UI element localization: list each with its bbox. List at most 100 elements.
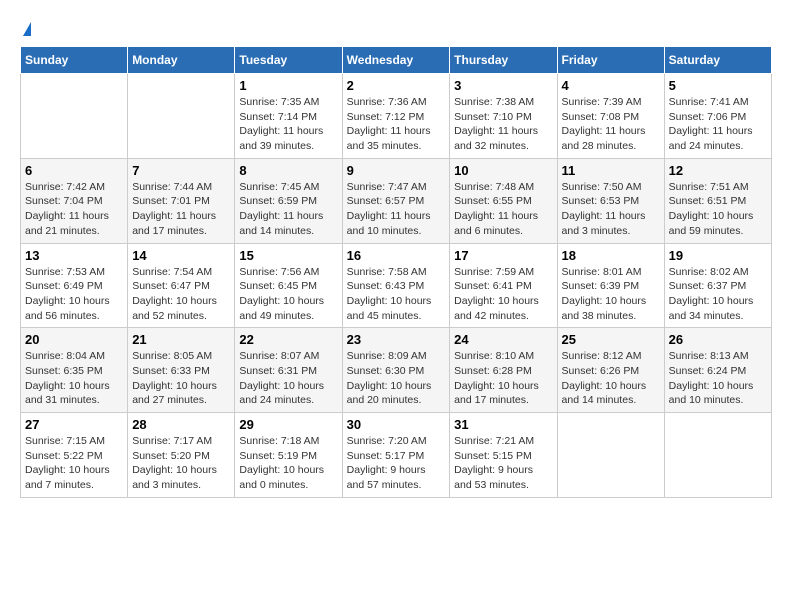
day-number: 1 [239,78,337,93]
day-number: 26 [669,332,767,347]
day-info: Sunrise: 7:54 AMSunset: 6:47 PMDaylight:… [132,265,230,324]
day-info: Sunrise: 8:07 AMSunset: 6:31 PMDaylight:… [239,349,337,408]
weekday-header-monday: Monday [128,47,235,74]
day-cell: 16Sunrise: 7:58 AMSunset: 6:43 PMDayligh… [342,243,450,328]
day-info: Sunrise: 7:15 AMSunset: 5:22 PMDaylight:… [25,434,123,493]
day-info: Sunrise: 7:53 AMSunset: 6:49 PMDaylight:… [25,265,123,324]
day-number: 5 [669,78,767,93]
logo-triangle-icon [23,22,31,36]
day-info: Sunrise: 8:09 AMSunset: 6:30 PMDaylight:… [347,349,446,408]
day-number: 11 [562,163,660,178]
day-cell: 2 Sunrise: 7:36 AMSunset: 7:12 PMDaylight… [342,74,450,159]
day-cell: 11 Sunrise: 7:50 AMSunset: 6:53 PMDayligh… [557,158,664,243]
day-info: Sunrise: 7:41 AMSunset: 7:06 PMDaylight:… [669,95,767,154]
day-number: 13 [25,248,123,263]
weekday-header-wednesday: Wednesday [342,47,450,74]
day-number: 24 [454,332,552,347]
day-cell [128,74,235,159]
header [20,20,772,36]
day-cell: 29Sunrise: 7:18 AMSunset: 5:19 PMDayligh… [235,413,342,498]
day-info: Sunrise: 7:17 AMSunset: 5:20 PMDaylight:… [132,434,230,493]
day-info: Sunrise: 7:45 AMSunset: 6:59 PMDaylight:… [239,180,337,239]
day-cell: 25Sunrise: 8:12 AMSunset: 6:26 PMDayligh… [557,328,664,413]
day-info: Sunrise: 8:05 AMSunset: 6:33 PMDaylight:… [132,349,230,408]
day-cell [21,74,128,159]
day-number: 20 [25,332,123,347]
day-info: Sunrise: 7:39 AMSunset: 7:08 PMDaylight:… [562,95,660,154]
weekday-header-saturday: Saturday [664,47,771,74]
day-number: 3 [454,78,552,93]
day-number: 18 [562,248,660,263]
week-row-4: 20 Sunrise: 8:04 AMSunset: 6:35 PMDayligh… [21,328,772,413]
day-info: Sunrise: 7:38 AMSunset: 7:10 PMDaylight:… [454,95,552,154]
day-cell: 9 Sunrise: 7:47 AMSunset: 6:57 PMDaylight… [342,158,450,243]
day-number: 31 [454,417,552,432]
day-number: 7 [132,163,230,178]
day-cell: 28 Sunrise: 7:17 AMSunset: 5:20 PMDayligh… [128,413,235,498]
day-info: Sunrise: 7:21 AMSunset: 5:15 PMDaylight:… [454,434,552,493]
day-info: Sunrise: 7:56 AMSunset: 6:45 PMDaylight:… [239,265,337,324]
day-number: 9 [347,163,446,178]
day-info: Sunrise: 7:42 AMSunset: 7:04 PMDaylight:… [25,180,123,239]
day-cell: 20 Sunrise: 8:04 AMSunset: 6:35 PMDayligh… [21,328,128,413]
day-info: Sunrise: 8:04 AMSunset: 6:35 PMDaylight:… [25,349,123,408]
day-number: 14 [132,248,230,263]
day-number: 28 [132,417,230,432]
day-cell: 22 Sunrise: 8:07 AMSunset: 6:31 PMDayligh… [235,328,342,413]
day-cell: 10 Sunrise: 7:48 AMSunset: 6:55 PMDayligh… [450,158,557,243]
day-number: 10 [454,163,552,178]
day-cell: 8 Sunrise: 7:45 AMSunset: 6:59 PMDaylight… [235,158,342,243]
day-number: 22 [239,332,337,347]
day-cell: 4 Sunrise: 7:39 AMSunset: 7:08 PMDaylight… [557,74,664,159]
weekday-header-thursday: Thursday [450,47,557,74]
day-cell: 23 Sunrise: 8:09 AMSunset: 6:30 PMDayligh… [342,328,450,413]
day-cell: 12 Sunrise: 7:51 AMSunset: 6:51 PMDayligh… [664,158,771,243]
day-cell: 5 Sunrise: 7:41 AMSunset: 7:06 PMDaylight… [664,74,771,159]
day-number: 17 [454,248,552,263]
day-cell [664,413,771,498]
day-cell: 17Sunrise: 7:59 AMSunset: 6:41 PMDayligh… [450,243,557,328]
day-cell: 24Sunrise: 8:10 AMSunset: 6:28 PMDayligh… [450,328,557,413]
day-info: Sunrise: 7:36 AMSunset: 7:12 PMDaylight:… [347,95,446,154]
day-cell [557,413,664,498]
day-cell: 7 Sunrise: 7:44 AMSunset: 7:01 PMDaylight… [128,158,235,243]
day-info: Sunrise: 7:51 AMSunset: 6:51 PMDaylight:… [669,180,767,239]
day-info: Sunrise: 8:01 AMSunset: 6:39 PMDaylight:… [562,265,660,324]
day-cell: 13 Sunrise: 7:53 AMSunset: 6:49 PMDayligh… [21,243,128,328]
day-cell: 21 Sunrise: 8:05 AMSunset: 6:33 PMDayligh… [128,328,235,413]
day-cell: 26 Sunrise: 8:13 AMSunset: 6:24 PMDayligh… [664,328,771,413]
day-number: 19 [669,248,767,263]
day-cell: 6 Sunrise: 7:42 AMSunset: 7:04 PMDaylight… [21,158,128,243]
logo-blue [20,20,31,36]
weekday-header-friday: Friday [557,47,664,74]
day-cell: 27Sunrise: 7:15 AMSunset: 5:22 PMDayligh… [21,413,128,498]
weekday-header-row: SundayMondayTuesdayWednesdayThursdayFrid… [21,47,772,74]
day-cell: 31 Sunrise: 7:21 AMSunset: 5:15 PMDayligh… [450,413,557,498]
calendar: SundayMondayTuesdayWednesdayThursdayFrid… [20,46,772,498]
day-number: 23 [347,332,446,347]
day-number: 21 [132,332,230,347]
week-row-3: 13 Sunrise: 7:53 AMSunset: 6:49 PMDayligh… [21,243,772,328]
day-number: 12 [669,163,767,178]
week-row-2: 6 Sunrise: 7:42 AMSunset: 7:04 PMDaylight… [21,158,772,243]
day-number: 30 [347,417,446,432]
day-cell: 18 Sunrise: 8:01 AMSunset: 6:39 PMDayligh… [557,243,664,328]
weekday-header-sunday: Sunday [21,47,128,74]
logo [20,20,31,36]
day-info: Sunrise: 8:12 AMSunset: 6:26 PMDaylight:… [562,349,660,408]
day-number: 6 [25,163,123,178]
day-number: 2 [347,78,446,93]
day-info: Sunrise: 7:50 AMSunset: 6:53 PMDaylight:… [562,180,660,239]
day-info: Sunrise: 7:58 AMSunset: 6:43 PMDaylight:… [347,265,446,324]
day-number: 4 [562,78,660,93]
day-cell: 3 Sunrise: 7:38 AMSunset: 7:10 PMDaylight… [450,74,557,159]
day-info: Sunrise: 7:44 AMSunset: 7:01 PMDaylight:… [132,180,230,239]
day-info: Sunrise: 7:47 AMSunset: 6:57 PMDaylight:… [347,180,446,239]
day-number: 8 [239,163,337,178]
day-info: Sunrise: 7:20 AMSunset: 5:17 PMDaylight:… [347,434,446,493]
day-info: Sunrise: 8:02 AMSunset: 6:37 PMDaylight:… [669,265,767,324]
day-number: 15 [239,248,337,263]
day-info: Sunrise: 7:48 AMSunset: 6:55 PMDaylight:… [454,180,552,239]
day-cell: 14 Sunrise: 7:54 AMSunset: 6:47 PMDayligh… [128,243,235,328]
day-info: Sunrise: 8:13 AMSunset: 6:24 PMDaylight:… [669,349,767,408]
